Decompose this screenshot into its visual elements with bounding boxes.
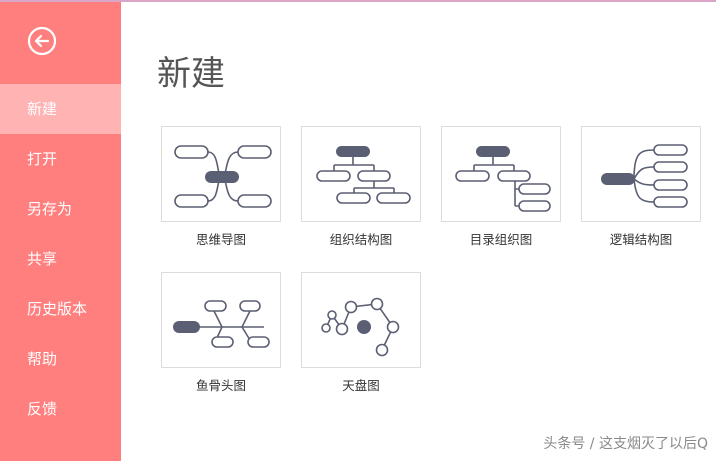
bubble-map-icon [321,297,400,357]
logic-chart-icon [601,144,688,208]
back-button[interactable] [27,26,57,56]
sidebar-item-share[interactable]: 共享 [0,234,121,284]
template-mind-map[interactable]: 思维导图 [161,126,281,248]
mind-map-icon [174,145,272,208]
template-fishbone[interactable]: 鱼骨头图 [161,272,281,394]
template-bubble-map[interactable]: 天盘图 [301,272,421,394]
sidebar-item-feedback[interactable]: 反馈 [0,384,121,434]
template-label: 组织结构图 [329,232,393,247]
main-panel: 新建 思维导图 组织结构图 目录组织图 逻辑结构图 鱼骨头图 天盘图 头条号 /… [121,2,716,461]
tree-chart-icon [455,146,551,212]
template-label: 逻辑结构图 [609,232,673,247]
sidebar-menu: 新建 打开 另存为 共享 历史版本 帮助 反馈 [0,84,121,434]
template-thumbnail [161,272,281,368]
page-title: 新建 [157,54,225,94]
template-thumbnail [161,126,281,222]
sidebar-item-open[interactable]: 打开 [0,134,121,184]
org-chart-icon [316,146,411,204]
watermark: 头条号 / 这支烟灭了以后Q [543,436,708,452]
sidebar: 新建 打开 另存为 共享 历史版本 帮助 反馈 [0,2,121,461]
template-label: 鱼骨头图 [195,378,246,393]
template-thumbnail [301,272,421,368]
template-label: 天盘图 [342,378,380,393]
template-label: 思维导图 [195,232,246,247]
template-thumbnail [441,126,561,222]
sidebar-item-save-as[interactable]: 另存为 [0,184,121,234]
sidebar-item-new[interactable]: 新建 [0,84,121,134]
template-org-chart[interactable]: 组织结构图 [301,126,421,248]
template-tree-chart[interactable]: 目录组织图 [441,126,561,248]
template-label: 目录组织图 [469,232,533,247]
template-thumbnail [581,126,701,222]
fishbone-icon [173,300,270,348]
template-logic-chart[interactable]: 逻辑结构图 [581,126,701,248]
sidebar-item-history[interactable]: 历史版本 [0,284,121,334]
template-thumbnail [301,126,421,222]
back-arrow-icon [27,26,57,56]
sidebar-item-help[interactable]: 帮助 [0,334,121,384]
